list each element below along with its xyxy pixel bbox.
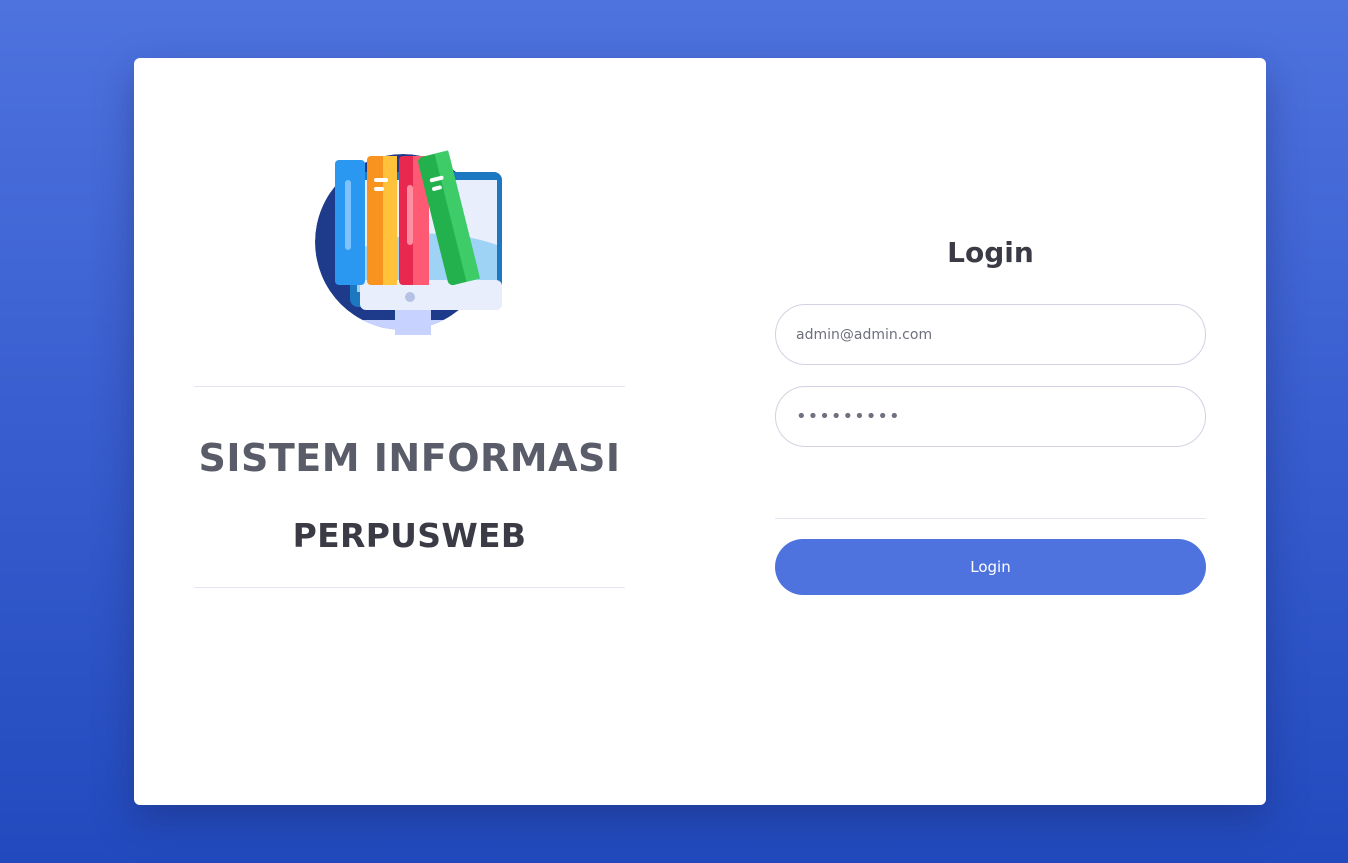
email-field[interactable] (775, 304, 1206, 365)
login-button[interactable]: Login (775, 539, 1206, 595)
login-form: Login Login (775, 58, 1206, 805)
form-divider (775, 518, 1206, 519)
branding-divider-bottom (194, 587, 625, 588)
books-monitor-icon (315, 150, 505, 335)
login-card: SISTEM INFORMASI PERPUSWEB Login Login (134, 58, 1266, 805)
branding-panel: SISTEM INFORMASI PERPUSWEB (194, 58, 625, 805)
password-field[interactable] (775, 386, 1206, 447)
login-heading: Login (947, 236, 1034, 269)
app-title: SISTEM INFORMASI (198, 436, 621, 480)
branding-divider-top (194, 386, 625, 387)
app-subtitle: PERPUSWEB (292, 516, 527, 555)
